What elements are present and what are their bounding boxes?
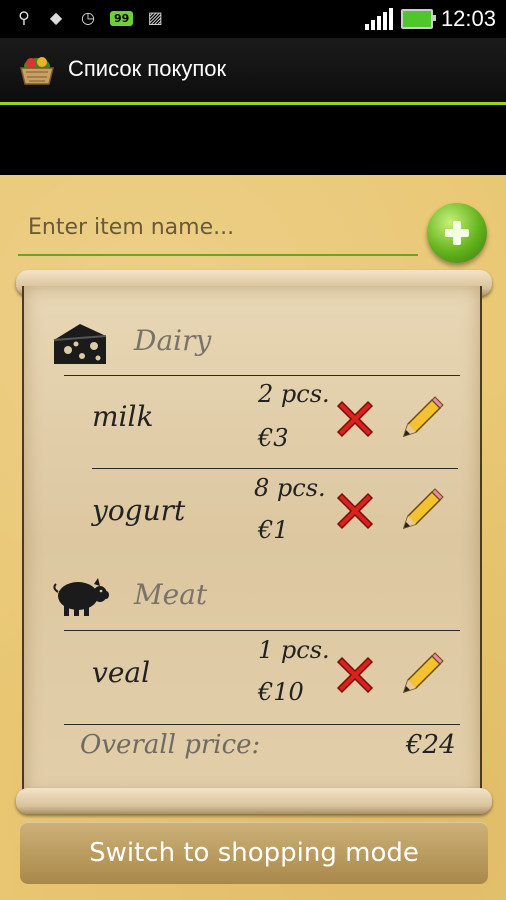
android-debug-icon: ◆ [49,8,63,27]
usb-icon: ⚲ [18,8,30,27]
item-price-yogurt: €1 [258,516,289,544]
add-item-button[interactable] [427,203,487,263]
overall-price-label: Overall price: [80,730,261,760]
status-right-icons: 12:03 [364,6,496,32]
action-bar: Список покупок [0,38,506,105]
status-time: 12:03 [440,6,496,31]
status-bar: ⚲ ◆ ◷ 99 ▨ 12:03 [0,0,506,38]
battery-badge: 99 [110,10,134,26]
pencil-icon[interactable] [398,396,444,442]
pencil-icon[interactable] [398,488,444,534]
pencil-icon[interactable] [398,652,444,698]
alarm-icon: ◷ [81,8,95,27]
delete-icon[interactable] [332,396,378,442]
divider [64,375,460,376]
overall-price-value: €24 [406,730,456,760]
item-name-yogurt: yogurt [92,494,186,527]
switch-to-shopping-mode-button[interactable]: Switch to shopping mode [20,822,488,884]
item-input-row [18,200,420,262]
category-label-dairy: Dairy [134,324,212,357]
status-left-icons: ⚲ ◆ ◷ 99 ▨ [14,8,165,28]
header-gap [0,105,506,175]
item-name-veal: veal [92,656,151,689]
item-qty-milk: 2 pcs. [258,380,330,408]
item-qty-yogurt: 8 pcs. [254,474,326,502]
item-price-veal: €10 [258,678,304,706]
item-price-milk: €3 [258,424,289,452]
item-name-milk: milk [92,400,154,433]
signal-icon [364,8,393,30]
delete-icon[interactable] [332,652,378,698]
item-name-input[interactable] [18,200,418,256]
scroll-bottom-roll [16,788,492,814]
pig-icon [53,578,109,616]
divider [64,724,460,725]
cheese-icon [53,324,107,364]
divider [92,468,458,469]
item-qty-veal: 1 pcs. [258,636,330,664]
category-label-meat: Meat [134,578,208,611]
battery-icon [400,9,436,29]
basket-icon [20,57,54,85]
app-title: Список покупок [68,56,227,81]
image-icon: ▨ [147,8,163,27]
delete-icon[interactable] [332,488,378,534]
divider [64,630,460,631]
